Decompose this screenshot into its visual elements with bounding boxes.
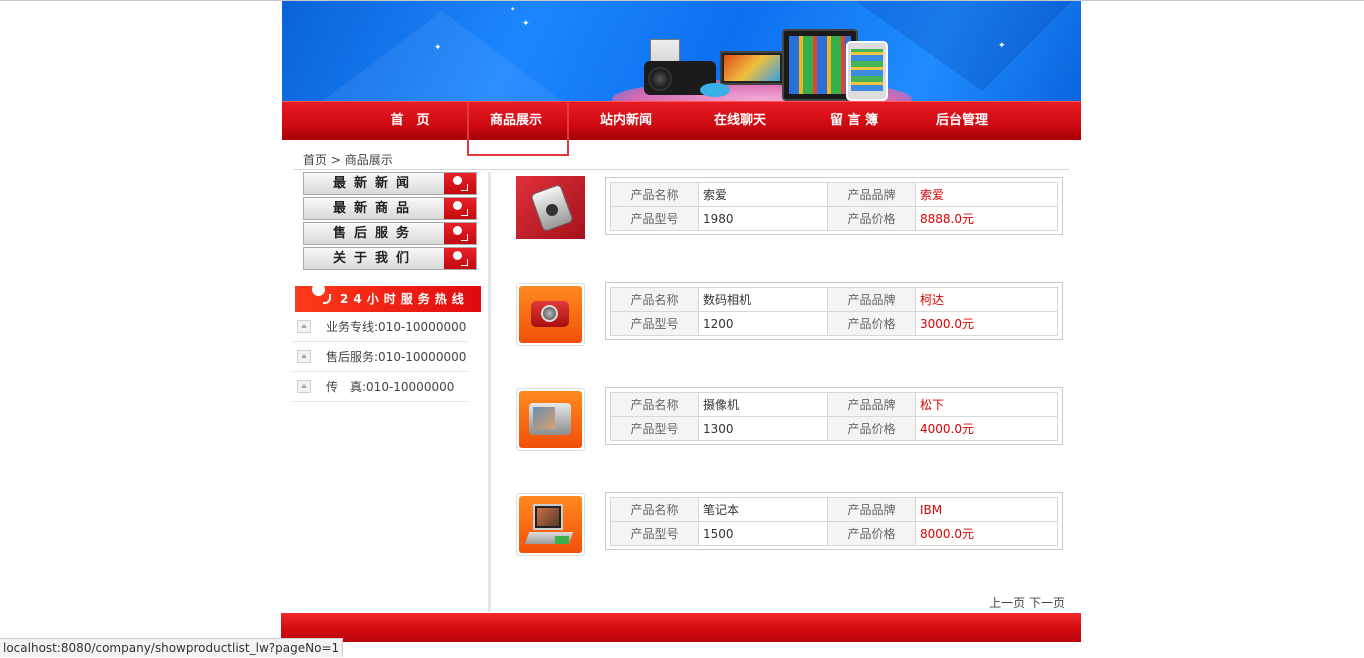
product-name[interactable]: 数码相机 [698, 287, 828, 312]
sidebar-item-label: 售后服务 [332, 226, 417, 241]
sidebar-item-label: 最新新闻 [332, 176, 417, 191]
phone-image [846, 41, 888, 101]
pin-icon [444, 248, 476, 269]
product-brand: 松下 [915, 392, 1058, 417]
nav-item-news[interactable]: 站内新闻 [582, 102, 670, 141]
product-thumbnail[interactable] [516, 493, 585, 556]
prev-page-link[interactable]: 上一页 [989, 596, 1025, 610]
header-banner: ✦ ✦ • ✦ [282, 1, 1081, 101]
sidebar-item-label: 最新商品 [332, 201, 417, 216]
sidebar-item-about-us[interactable]: 关于我们 [303, 247, 477, 270]
pin-icon [444, 198, 476, 219]
breadcrumb: 首页 > 商品展示 [303, 151, 393, 168]
product-thumbnail[interactable] [516, 388, 585, 451]
sparkle-icon: • [510, 5, 516, 15]
main-nav: 首 页 商品展示 站内新闻 在线聊天 留 言 簿 后台管理 [282, 101, 1081, 156]
sparkle-icon: ✦ [434, 43, 442, 53]
sidebar-item-latest-news[interactable]: 最新新闻 [303, 172, 477, 195]
contact-item: 传 真:010-10000000 [293, 372, 468, 402]
breadcrumb-home-link[interactable]: 首页 [303, 153, 327, 167]
product-info-table: 产品名称 摄像机 产品品牌 松下 产品型号 1300 产品价格 4000.0元 [605, 387, 1063, 445]
monitor-image [720, 51, 784, 85]
product-brand: 索爱 [915, 182, 1058, 207]
hotline-header: 24小时服务热线 [295, 283, 481, 312]
product-name[interactable]: 索爱 [698, 182, 828, 207]
nav-item-products[interactable]: 商品展示 [467, 102, 569, 156]
arrow-up-icon [297, 320, 311, 333]
page-container: ✦ ✦ • ✦ 首 页 商品展示 站内新闻 在线聊天 留 言 簿 后台管理 首页… [281, 1, 1081, 642]
hotline-title: 24小时服务热线 [340, 292, 469, 306]
product-name[interactable]: 摄像机 [698, 392, 828, 417]
product-model: 1980 [698, 206, 828, 231]
pagination: 上一页 下一页 [989, 594, 1065, 611]
breadcrumb-current: 商品展示 [344, 153, 393, 167]
product-price: 8000.0元 [915, 521, 1058, 546]
nav-item-admin[interactable]: 后台管理 [918, 102, 1006, 141]
nav-item-chat[interactable]: 在线聊天 [696, 102, 784, 141]
arrow-up-icon [297, 380, 311, 393]
product-thumbnail[interactable] [516, 283, 585, 346]
mouse-image [700, 83, 730, 97]
status-bar-url: localhost:8080/company/showproductlist_l… [0, 638, 344, 657]
product-price: 3000.0元 [915, 311, 1058, 336]
breadcrumb-separator: > [330, 153, 341, 167]
nav-item-guestbook[interactable]: 留 言 簿 [810, 102, 898, 141]
product-brand: IBM [915, 497, 1058, 522]
sparkle-icon: ✦ [522, 19, 530, 29]
arrow-up-icon [297, 350, 311, 363]
next-page-link[interactable]: 下一页 [1029, 596, 1065, 610]
product-info-table: 产品名称 笔记本 产品品牌 IBM 产品型号 1500 产品价格 8000.0元 [605, 492, 1063, 550]
product-thumbnail[interactable] [516, 176, 585, 239]
footer-bar [281, 613, 1081, 642]
product-price: 8888.0元 [915, 206, 1058, 231]
contact-item: 售后服务:010-10000000 [293, 342, 468, 372]
product-model: 1300 [698, 416, 828, 441]
contact-item: 业务专线:010-10000000 [293, 312, 468, 342]
product-model: 1500 [698, 521, 828, 546]
product-name[interactable]: 笔记本 [698, 497, 828, 522]
column-divider [488, 172, 491, 612]
sidebar-item-after-sales[interactable]: 售后服务 [303, 222, 477, 245]
product-model: 1200 [698, 311, 828, 336]
product-brand: 柯达 [915, 287, 1058, 312]
product-info-table: 产品名称 数码相机 产品品牌 柯达 产品型号 1200 产品价格 3000.0元 [605, 282, 1063, 340]
sparkle-icon: ✦ [998, 41, 1006, 51]
divider [294, 169, 1069, 170]
sidebar-item-label: 关于我们 [332, 251, 417, 266]
sidebar-item-latest-products[interactable]: 最新商品 [303, 197, 477, 220]
nav-item-home[interactable]: 首 页 [370, 102, 450, 141]
product-price: 4000.0元 [915, 416, 1058, 441]
pin-icon [444, 223, 476, 244]
product-info-table: 产品名称 索爱 产品品牌 索爱 产品型号 1980 产品价格 8888.0元 [605, 177, 1063, 235]
pin-icon [444, 173, 476, 194]
